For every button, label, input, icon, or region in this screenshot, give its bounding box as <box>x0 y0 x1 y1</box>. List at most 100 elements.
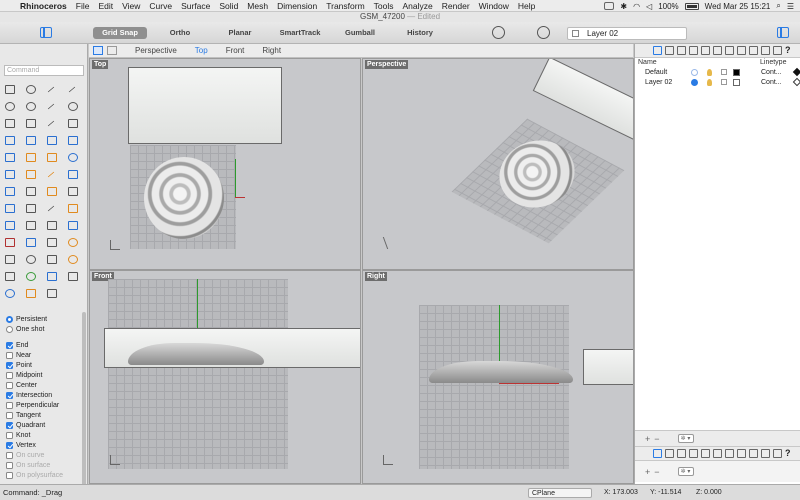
current-layer-select[interactable]: Layer 02 <box>567 27 687 40</box>
torus-solid-icon[interactable] <box>65 150 79 163</box>
osnap-point[interactable]: Point <box>6 360 82 370</box>
menu-panel-icon[interactable] <box>773 46 782 55</box>
command-input[interactable]: Command <box>4 65 84 76</box>
grid-snap-button[interactable]: Grid Snap <box>93 27 147 39</box>
move-tool-icon[interactable] <box>2 218 16 231</box>
single-view-layout-icon[interactable] <box>107 46 117 55</box>
help-panel-icon-2[interactable]: ? <box>785 449 794 458</box>
midpoint-checkbox[interactable] <box>6 371 13 379</box>
render-tool-icon[interactable] <box>2 235 16 248</box>
layer-row-default[interactable]: Default Cont... <box>635 67 800 77</box>
knot-checkbox[interactable] <box>6 431 13 439</box>
layers-panel-icon-2[interactable] <box>653 449 662 458</box>
intersection-checkbox[interactable] <box>6 391 13 399</box>
ammonite-fossil-top[interactable] <box>144 157 224 239</box>
list-icon[interactable]: ☰ <box>787 2 794 11</box>
polygon-tool-icon[interactable] <box>23 116 37 129</box>
mesh-tool-icon[interactable] <box>44 269 58 282</box>
group-tool-icon[interactable] <box>65 184 79 197</box>
sun-panel-icon-2[interactable] <box>725 449 734 458</box>
network-tool-icon[interactable] <box>44 286 58 299</box>
point-checkbox[interactable] <box>6 361 13 369</box>
slab-object[interactable] <box>128 67 282 144</box>
smarttrack-button[interactable]: SmartTrack <box>274 27 326 39</box>
curve-tool-icon[interactable] <box>65 82 79 95</box>
menu-tools[interactable]: Tools <box>374 1 394 11</box>
layer-color-swatch[interactable] <box>733 78 740 86</box>
osnap-knot[interactable]: Knot <box>6 430 82 440</box>
center-checkbox[interactable] <box>6 381 13 389</box>
filter-icon[interactable] <box>537 26 550 39</box>
camera-panel-icon[interactable] <box>701 46 710 55</box>
menu-transform[interactable]: Transform <box>326 1 364 11</box>
properties-panel-icon-2[interactable] <box>665 449 674 458</box>
material-panel-icon[interactable] <box>737 46 746 55</box>
osnap-near[interactable]: Near <box>6 350 82 360</box>
dimension-tool-icon[interactable] <box>65 218 79 231</box>
ortho-button[interactable]: Ortho <box>158 27 202 39</box>
osnap-persistent[interactable]: Persistent <box>6 314 82 324</box>
osnap-center[interactable]: Center <box>6 380 82 390</box>
wifi-icon[interactable]: ◠ <box>633 2 640 11</box>
gumball-button[interactable]: Gumball <box>338 27 382 39</box>
lights-panel-icon-2[interactable] <box>713 449 722 458</box>
select-tool-icon[interactable] <box>2 82 16 95</box>
block-tool-icon[interactable] <box>2 252 16 265</box>
osnap-vertex[interactable]: Vertex <box>6 440 82 450</box>
visibility-bulb-icon[interactable] <box>707 78 712 86</box>
cylinder-solid-icon[interactable] <box>44 150 58 163</box>
extrude-surface-icon[interactable] <box>23 133 37 146</box>
print-color-icon[interactable] <box>792 77 800 87</box>
camera-tool-icon[interactable] <box>44 235 58 248</box>
time-machine-icon[interactable] <box>604 2 615 10</box>
add-item-icon[interactable]: + <box>645 467 650 477</box>
pointcloud-tool-icon[interactable] <box>44 252 58 265</box>
viewport-front[interactable]: Front <box>89 270 361 484</box>
circle-tool-icon[interactable] <box>2 99 16 112</box>
remove-layer-icon[interactable]: − <box>654 434 659 444</box>
grid-panel-icon[interactable] <box>749 46 758 55</box>
menu-app-name[interactable]: Rhinoceros <box>20 1 67 11</box>
boolean-union-icon[interactable] <box>2 167 16 180</box>
sweep-surface-icon[interactable] <box>65 133 79 146</box>
ellipse-tool-icon[interactable] <box>23 99 37 112</box>
flow-tool-icon[interactable] <box>23 286 37 299</box>
add-layer-icon[interactable]: + <box>645 434 650 444</box>
osnap-midpoint[interactable]: Midpoint <box>6 370 82 380</box>
osnap-on-polysurface[interactable]: On polysurface <box>6 470 82 480</box>
object-panel-icon-2[interactable] <box>689 449 698 458</box>
layer-color-swatch[interactable] <box>733 68 740 76</box>
left-sidebar-toggle-icon[interactable] <box>40 27 52 38</box>
monitor-panel-icon-2[interactable] <box>761 449 770 458</box>
bluetooth-icon[interactable]: ✱ <box>620 2 627 11</box>
layer-options-gear-icon[interactable]: ✲ ▾ <box>677 434 694 443</box>
on-curve-checkbox[interactable] <box>6 451 13 459</box>
mirror-tool-icon[interactable] <box>23 201 37 214</box>
end-checkbox[interactable] <box>6 341 13 349</box>
lock-icon[interactable] <box>721 79 727 85</box>
menu-mesh[interactable]: Mesh <box>247 1 268 11</box>
perpendicular-checkbox[interactable] <box>6 401 13 409</box>
cplane-select[interactable]: CPlane <box>528 488 592 498</box>
menu-dimension[interactable]: Dimension <box>277 1 317 11</box>
tangent-checkbox[interactable] <box>6 411 13 419</box>
search-icon[interactable]: ⌕ <box>776 1 780 11</box>
join-tool-icon[interactable] <box>23 184 37 197</box>
text-tool-icon[interactable] <box>65 116 79 129</box>
osnap-on-curve[interactable]: On curve <box>6 450 82 460</box>
menubar-clock[interactable]: Wed Mar 25 15:21 <box>705 2 771 11</box>
light-tool-icon[interactable] <box>65 235 79 248</box>
remove-item-icon[interactable]: − <box>654 467 659 477</box>
viewport-right[interactable]: Right <box>362 270 634 484</box>
osnap-end[interactable]: End <box>6 340 82 350</box>
viewport-perspective[interactable]: Perspective <box>362 58 634 270</box>
menu-help[interactable]: Help <box>518 1 535 11</box>
quadrant-checkbox[interactable] <box>6 421 13 429</box>
material-tool-icon[interactable] <box>23 269 37 282</box>
camera-panel-icon-2[interactable] <box>701 449 710 458</box>
menu-analyze[interactable]: Analyze <box>403 1 433 11</box>
scale-tool-icon[interactable] <box>65 201 79 214</box>
menu-file[interactable]: File <box>76 1 90 11</box>
display-panel-icon-2[interactable] <box>677 449 686 458</box>
slab-object-right[interactable] <box>583 349 633 385</box>
